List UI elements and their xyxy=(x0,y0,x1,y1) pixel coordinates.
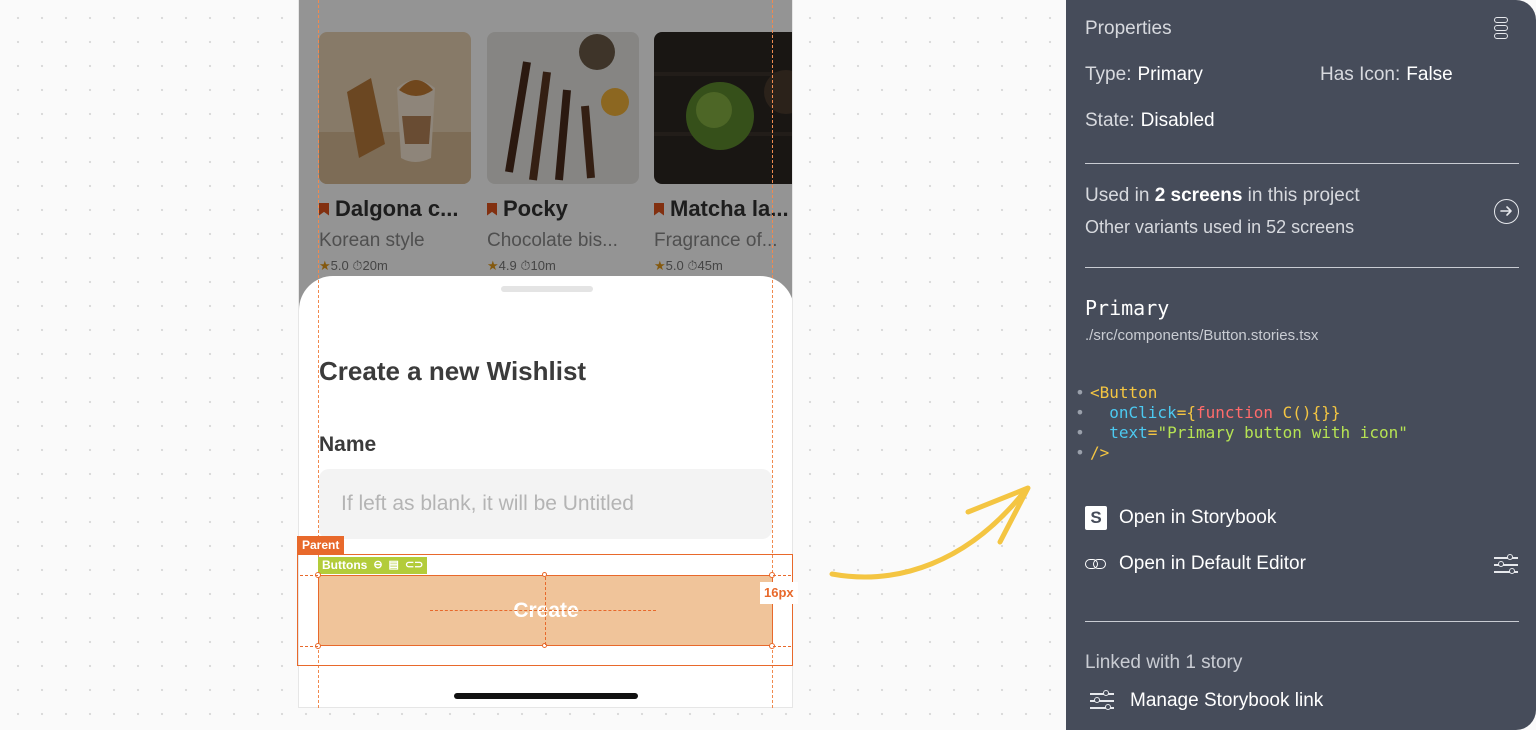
usage-summary: Used in 2 screens in this project xyxy=(1085,185,1360,207)
code-line: • text = "Primary button with icon" xyxy=(1070,423,1408,443)
component-tag-label: Buttons xyxy=(322,558,368,572)
parent-tag: Parent xyxy=(297,536,345,554)
sheet-title: Create a new Wishlist xyxy=(319,356,587,386)
arrow-right-circle-icon[interactable] xyxy=(1494,199,1519,224)
usage-suffix: in this project xyxy=(1247,185,1360,206)
prop-key: Has Icon: xyxy=(1320,64,1401,85)
link-icon[interactable]: ⊂⊃ xyxy=(405,557,423,574)
manage-storybook-link[interactable]: Manage Storybook link xyxy=(1090,690,1323,712)
open-editor-label: Open in Default Editor xyxy=(1119,553,1306,574)
component-name: Primary xyxy=(1085,296,1170,320)
center-guide xyxy=(545,577,546,645)
spacing-guide xyxy=(773,646,791,647)
open-storybook-link[interactable]: S Open in Storybook xyxy=(1085,506,1276,530)
component-tag[interactable]: Buttons ⊖ ▤ ⊂⊃ xyxy=(318,557,428,574)
center-guide xyxy=(430,610,656,611)
code-token: text xyxy=(1109,423,1148,442)
code-line: • /> xyxy=(1070,443,1408,463)
spacing-measure-label: 16px xyxy=(760,582,798,604)
component-path[interactable]: ./src/components/Button.stories.tsx xyxy=(1085,327,1318,344)
line-bullet: • xyxy=(1075,443,1085,462)
code-snippet[interactable]: • <Button • onClick ={function C(){}} • te… xyxy=(1070,383,1408,463)
prop-key: Type: xyxy=(1085,64,1132,85)
code-token: C(){}} xyxy=(1273,403,1341,422)
sliders-icon xyxy=(1090,690,1114,712)
prop-value: Disabled xyxy=(1140,110,1215,131)
line-bullet: • xyxy=(1075,383,1085,402)
code-token: <Button xyxy=(1090,383,1158,402)
settings-sliders-icon[interactable] xyxy=(1494,554,1518,576)
divider xyxy=(1085,621,1519,622)
prop-value: Primary xyxy=(1137,64,1203,85)
prop-key: State: xyxy=(1085,110,1135,131)
pointer-arrow xyxy=(829,485,1031,580)
divider xyxy=(1085,163,1519,164)
code-line: • onClick ={function C(){}} xyxy=(1070,403,1408,423)
code-token: onClick xyxy=(1109,403,1177,422)
name-label: Name xyxy=(319,433,377,456)
stack-menu-icon[interactable] xyxy=(1494,17,1508,39)
home-indicator xyxy=(454,693,638,699)
line-bullet: • xyxy=(1075,423,1085,442)
prop-value: False xyxy=(1406,64,1453,85)
open-editor-link[interactable]: Open in Default Editor xyxy=(1085,553,1306,575)
line-bullet: • xyxy=(1075,403,1085,422)
usage-count: 2 screens xyxy=(1154,185,1243,206)
prop-type: Type: Primary xyxy=(1085,64,1203,86)
usage-prefix: Used in xyxy=(1085,185,1150,206)
spacing-guide xyxy=(300,646,318,647)
panel-title: Properties xyxy=(1085,18,1172,39)
wishlist-name-input[interactable] xyxy=(319,469,772,539)
code-token: /> xyxy=(1090,443,1110,462)
code-token: ={ xyxy=(1176,403,1196,422)
prop-has-icon: Has Icon: False xyxy=(1320,64,1453,86)
link-icon xyxy=(1085,557,1107,571)
code-line: • <Button xyxy=(1070,383,1408,403)
code-token: function xyxy=(1195,403,1274,422)
code-token: = xyxy=(1147,423,1158,442)
variants-usage: Other variants used in 52 screens xyxy=(1085,217,1355,237)
open-storybook-label: Open in Storybook xyxy=(1119,507,1277,528)
code-token: "Primary button with icon" xyxy=(1157,423,1408,442)
sheet-grabber[interactable] xyxy=(501,286,593,292)
manage-link-label: Manage Storybook link xyxy=(1130,690,1324,711)
linked-stories: Linked with 1 story xyxy=(1085,652,1243,673)
go-to-icon[interactable]: ⊖ xyxy=(373,557,382,574)
storybook-icon: S xyxy=(1085,506,1107,530)
spacing-guide xyxy=(773,575,791,576)
storybook-icon[interactable]: ▤ xyxy=(389,557,399,574)
divider xyxy=(1085,267,1519,268)
spacing-guide xyxy=(300,575,318,576)
prop-state: State: Disabled xyxy=(1085,110,1215,132)
properties-panel: Properties Type: Primary Has Icon: False S… xyxy=(1066,0,1536,730)
